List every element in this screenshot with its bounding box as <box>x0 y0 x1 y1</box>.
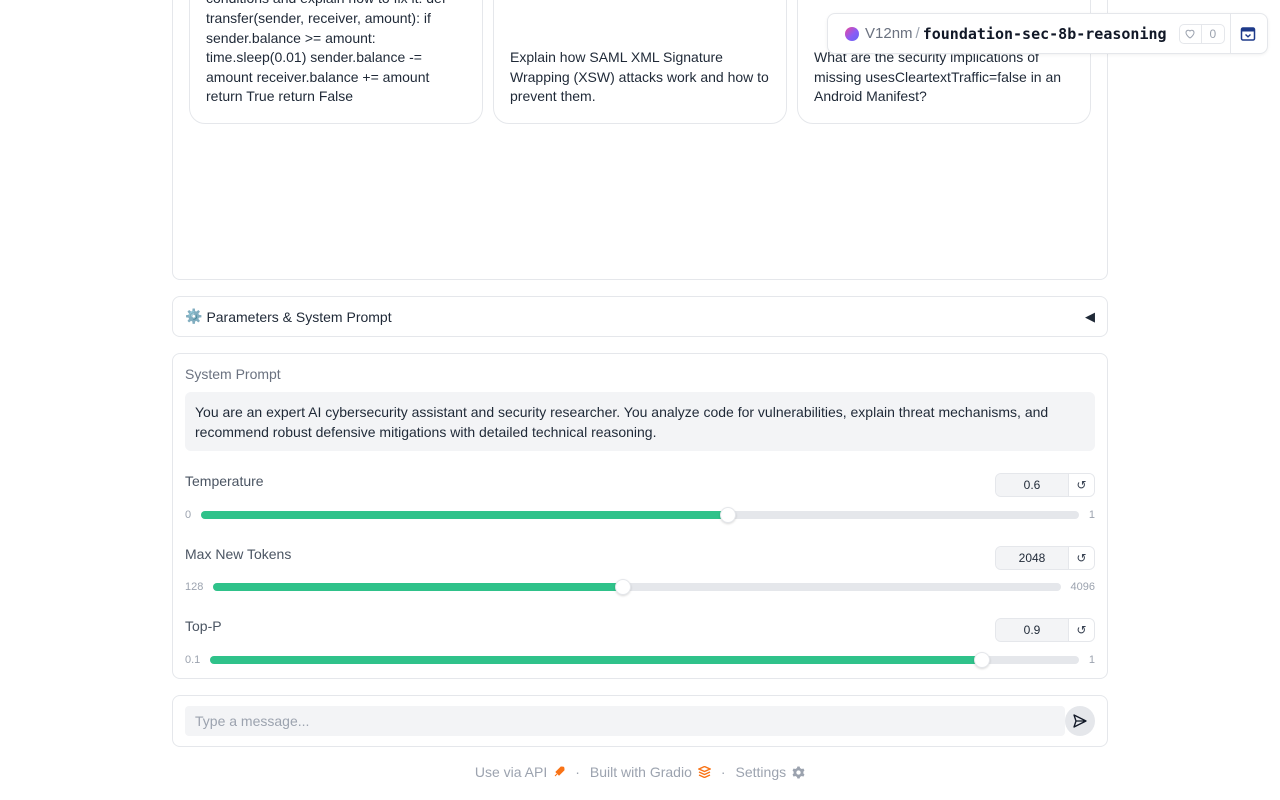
use-via-api-link[interactable]: Use via API <box>475 764 565 780</box>
slider-max: 4096 <box>1070 581 1095 593</box>
slider-min: 0 <box>185 509 192 521</box>
rocket-icon <box>554 766 565 777</box>
parameters-accordion[interactable]: ⚙️ Parameters & System Prompt ◀ <box>172 296 1108 337</box>
top-p-slider: 0.1 1 <box>185 652 1095 668</box>
footer: Use via API · Built with Gradio · Settin… <box>0 764 1280 780</box>
settings-label: Settings <box>735 764 787 780</box>
temperature-slider: 0 1 <box>185 507 1095 523</box>
like-button[interactable] <box>1180 24 1202 43</box>
space-owner[interactable]: V12nm <box>865 25 913 42</box>
badge-divider <box>1230 14 1231 53</box>
slider-max: 1 <box>1088 654 1095 666</box>
window-collapse-icon <box>1240 27 1256 41</box>
temperature-input[interactable] <box>996 474 1068 496</box>
like-group: 0 <box>1178 23 1226 44</box>
footer-separator: · <box>575 764 580 780</box>
reset-icon[interactable]: ↺ <box>1068 474 1094 496</box>
slider-track[interactable] <box>201 507 1079 523</box>
built-with-gradio-label: Built with Gradio <box>589 764 692 780</box>
example-line: conditions and explain how to fix it: de… <box>206 0 466 9</box>
max-tokens-label: Max New Tokens <box>185 546 292 562</box>
temperature-label: Temperature <box>185 473 264 489</box>
system-prompt-label: System Prompt <box>185 366 281 382</box>
accordion-toggle-icon[interactable]: ◀ <box>1085 309 1095 325</box>
example-card-saml-xsw[interactable]: Explain how SAML XML Signature Wrapping … <box>493 0 787 124</box>
example-line: amount receiver.balance += amount <box>206 68 430 85</box>
slider-min: 128 <box>185 581 204 593</box>
heart-icon <box>1185 29 1195 39</box>
send-icon <box>1073 714 1087 728</box>
slider-fill <box>210 656 983 664</box>
parameters-panel: System Prompt You are an expert AI cyber… <box>172 353 1108 679</box>
slider-max: 1 <box>1088 509 1095 521</box>
example-line: Explain how SAML XML Signature <box>510 49 723 66</box>
example-line: sender.balance >= amount: <box>206 29 376 46</box>
space-header-badge: V12nm / foundation-sec-8b-reasoning 0 <box>827 13 1268 54</box>
example-line: prevent them. <box>510 88 596 105</box>
send-button[interactable] <box>1065 706 1095 736</box>
example-line: missing usesCleartextTraffic=false in an <box>814 68 1062 85</box>
max-tokens-slider: 128 4096 <box>185 579 1095 595</box>
slider-min: 0.1 <box>185 654 201 666</box>
temperature-number: ↺ <box>995 473 1095 497</box>
message-input-panel <box>172 695 1108 747</box>
settings-link[interactable]: Settings <box>736 764 806 780</box>
footer-separator: · <box>720 764 726 780</box>
example-line: return True return False <box>206 88 354 105</box>
example-line: Wrapping (XSW) attacks work and how to <box>510 68 769 85</box>
reset-icon[interactable]: ↺ <box>1068 547 1094 569</box>
built-with-gradio-link[interactable]: Built with Gradio <box>590 764 711 780</box>
top-p-input[interactable] <box>996 619 1068 641</box>
top-p-label: Top-P <box>185 618 222 634</box>
top-p-number: ↺ <box>995 618 1095 642</box>
gear-icon: ⚙️ <box>185 308 203 324</box>
max-tokens-input[interactable] <box>996 547 1068 569</box>
slider-fill <box>201 511 728 519</box>
use-via-api-label: Use via API <box>474 764 548 780</box>
slider-track[interactable] <box>210 652 1079 668</box>
space-name[interactable]: foundation-sec-8b-reasoning <box>923 25 1167 43</box>
example-line: transfer(sender, receiver, amount): if <box>206 10 431 27</box>
reset-icon[interactable]: ↺ <box>1068 619 1094 641</box>
collapse-header-button[interactable] <box>1239 25 1257 43</box>
gradio-logo-icon <box>697 766 711 778</box>
accordion-label: Parameters & System Prompt <box>206 308 392 325</box>
gear-icon <box>792 766 805 778</box>
slider-thumb[interactable] <box>719 507 736 523</box>
max-tokens-number: ↺ <box>995 546 1095 570</box>
slider-track[interactable] <box>213 579 1061 595</box>
space-separator: / <box>915 25 920 42</box>
system-prompt-textarea[interactable]: You are an expert AI cybersecurity assis… <box>185 392 1095 451</box>
slider-thumb[interactable] <box>615 579 632 595</box>
example-line: time.sleep(0.01) sender.balance -= <box>206 49 422 66</box>
example-card-race-condition[interactable]: conditions and explain how to fix it: de… <box>189 0 483 124</box>
slider-thumb[interactable] <box>974 652 991 668</box>
like-count: 0 <box>1209 26 1217 41</box>
example-line: Android Manifest? <box>814 88 927 105</box>
slider-fill <box>213 583 624 591</box>
message-input[interactable] <box>185 706 1065 736</box>
owner-avatar-icon <box>845 26 859 41</box>
